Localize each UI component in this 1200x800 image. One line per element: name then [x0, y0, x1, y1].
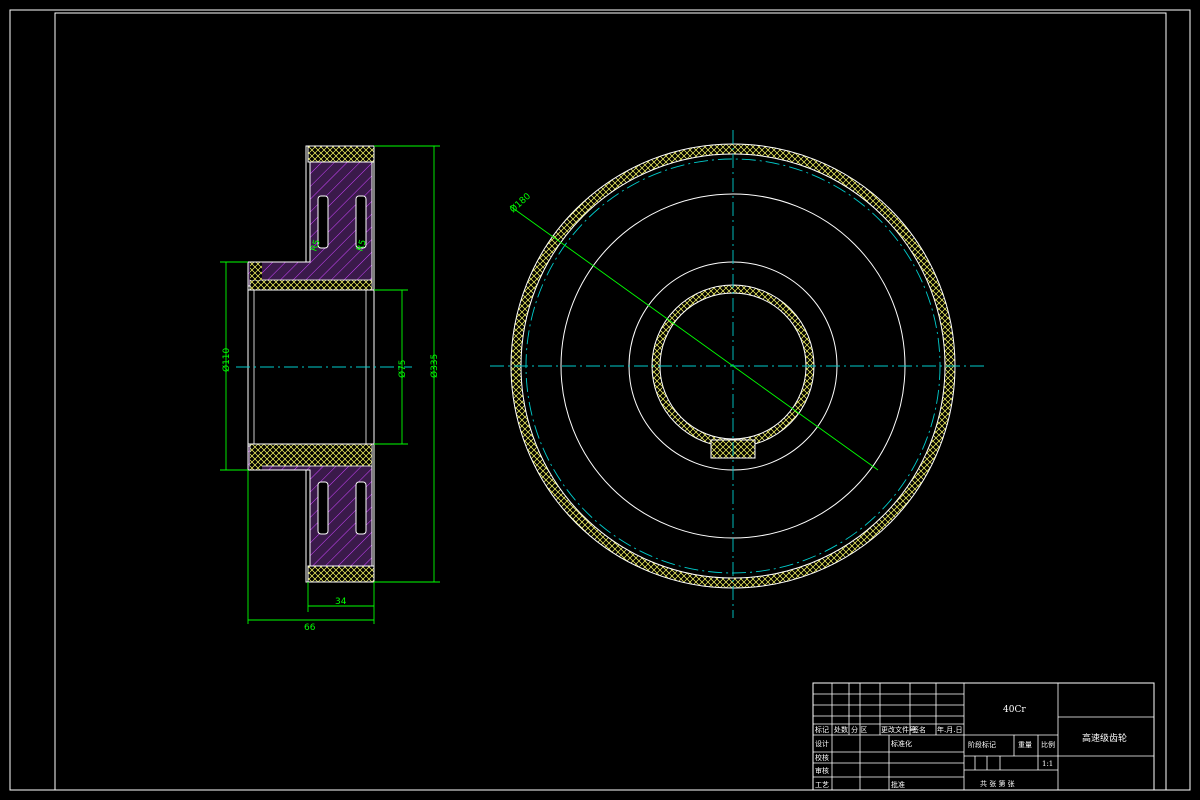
- dim-rim-width: 34: [335, 597, 347, 607]
- tb-hdr-2: 分 区: [851, 725, 867, 734]
- title-block: 标记 处数 分 区 更改文件号 签名 年.月.日 设计 校核 审核 工艺 标准化…: [812, 682, 1155, 791]
- tb-weight: 重量: [1018, 741, 1032, 749]
- recess-lr: [355, 481, 367, 535]
- tb-sheet: 共 张 第 张: [980, 779, 1015, 788]
- recess-ul: [317, 195, 329, 249]
- section-upper: [247, 159, 373, 287]
- tb-approve: 批准: [891, 780, 905, 789]
- outer-border: [9, 9, 1191, 791]
- tb-row-design: 设计: [815, 739, 829, 748]
- tb-part-name: 高速级齿轮: [1082, 732, 1127, 744]
- dim-hub-diameter: Ø110: [221, 347, 232, 372]
- tb-row-process: 工艺: [815, 781, 829, 789]
- tb-scale: 1:1: [1042, 760, 1053, 768]
- section-view: Ø110 Ø75 Ø335 34 66 R5 R5: [220, 145, 440, 633]
- tb-hdr-1: 处数: [834, 725, 848, 734]
- hub-bottom-hatch: [249, 443, 373, 467]
- tb-material: 40Cr: [1003, 705, 1026, 715]
- tb-hdr-3: 更改文件号: [881, 725, 916, 734]
- tb-hdr-5: 年.月.日: [937, 725, 962, 734]
- dim-pitch-diameter: Ø180: [508, 191, 534, 216]
- dim-outer-diameter: Ø335: [429, 354, 440, 378]
- front-view: Ø180: [490, 130, 988, 618]
- dim-bore-diameter: Ø75: [397, 359, 408, 378]
- tb-scale-label: 比例: [1041, 740, 1055, 749]
- tb-row-check: 校核: [815, 753, 829, 762]
- recess-ll: [317, 481, 329, 535]
- rim-bottom-hatch: [307, 565, 375, 583]
- dim-total-width: 66: [304, 623, 316, 633]
- tb-hdr-0: 标记: [815, 725, 829, 734]
- hub-left-bot: [250, 452, 262, 470]
- hub-top-hatch: [249, 279, 373, 291]
- tb-row-review: 审核: [815, 766, 829, 775]
- tb-std: 标准化: [891, 739, 912, 748]
- inner-border: [54, 12, 1167, 791]
- hub-left-top: [250, 262, 262, 280]
- tb-stage: 阶段标记: [968, 740, 996, 749]
- tb-hdr-4: 签名: [912, 725, 926, 734]
- cad-drawing: Ø110 Ø75 Ø335 34 66 R5 R5 Ø180 标记 处数 分 区…: [9, 9, 1191, 791]
- rim-top-hatch: [307, 145, 375, 163]
